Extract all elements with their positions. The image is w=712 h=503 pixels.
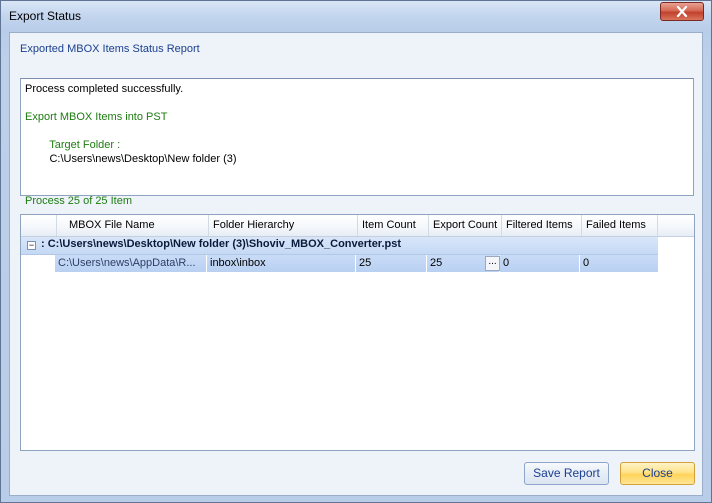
group-row-pst-file[interactable]: − : C:\Users\news\Desktop\New folder (3)… xyxy=(21,237,658,255)
cell-item-count: 25 xyxy=(356,255,427,272)
grid-header-spacer xyxy=(21,215,57,236)
cell-folder-hierarchy: inbox\inbox xyxy=(207,255,356,272)
cell-filtered-items: 0 xyxy=(500,255,580,272)
close-button[interactable]: Close xyxy=(620,462,695,485)
title-bar[interactable]: Export Status xyxy=(1,1,711,31)
group-row-label: : C:\Users\news\Desktop\New folder (3)\S… xyxy=(41,238,402,250)
collapse-group-toggle[interactable]: − xyxy=(27,241,36,250)
target-folder-label: Target Folder : xyxy=(49,139,121,151)
target-folder-path: C:\Users\news\Desktop\New folder (3) xyxy=(49,153,237,165)
column-header-mbox-file-name[interactable]: MBOX File Name xyxy=(57,215,209,236)
log-completed-line: Process completed successfully. xyxy=(25,83,184,95)
dialog-body: Exported MBOX Items Status Report Proces… xyxy=(9,32,703,496)
log-spacer xyxy=(25,180,689,194)
log-progress-line: Process 25 of 25 Item xyxy=(25,195,132,207)
save-report-button[interactable]: Save Report xyxy=(524,462,609,485)
grid-header: MBOX File Name Folder Hierarchy Item Cou… xyxy=(21,215,694,237)
column-header-folder-hierarchy[interactable]: Folder Hierarchy xyxy=(209,215,358,236)
column-header-item-count[interactable]: Item Count xyxy=(358,215,429,236)
cell-failed-items: 0 xyxy=(583,257,590,269)
close-x-icon xyxy=(676,6,688,17)
export-status-window: Export Status Exported MBOX Items Status… xyxy=(0,0,712,503)
column-header-failed-items[interactable]: Failed Items xyxy=(582,215,658,236)
log-spacer xyxy=(25,96,689,110)
table-row[interactable]: C:\Users\news\AppData\R... inbox\inbox 2… xyxy=(55,255,658,272)
column-header-export-count[interactable]: Export Count xyxy=(429,215,502,236)
cell-mbox-file-name: C:\Users\news\AppData\R... xyxy=(55,255,207,272)
window-close-button[interactable] xyxy=(660,2,704,21)
export-details-ellipsis-button[interactable]: ... xyxy=(485,256,500,271)
export-results-grid[interactable]: MBOX File Name Folder Hierarchy Item Cou… xyxy=(20,214,695,451)
report-title: Exported MBOX Items Status Report xyxy=(20,43,200,55)
status-log-box[interactable]: Process completed successfully. Export M… xyxy=(20,78,694,207)
column-header-filtered-items[interactable]: Filtered Items xyxy=(502,215,582,236)
log-export-line: Export MBOX Items into PST xyxy=(25,111,168,123)
window-title: Export Status xyxy=(9,9,82,23)
